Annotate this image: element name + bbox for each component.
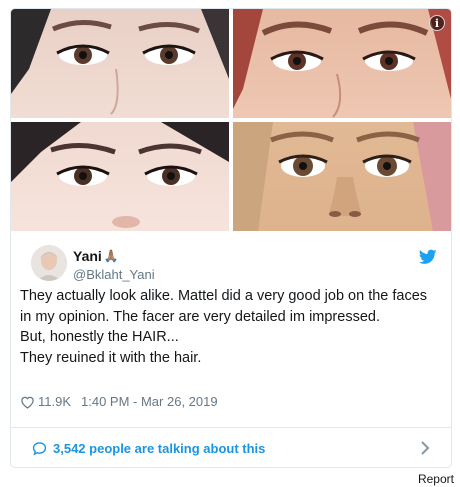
user-handle[interactable]: @Bklaht_Yani <box>73 267 155 282</box>
tweet-line: But, honestly the HAIR... <box>20 329 179 345</box>
prayer-hands-emoji: 🙏🏽 <box>103 249 119 263</box>
report-link[interactable]: Report <box>418 472 454 486</box>
tweet-timestamp[interactable]: 1:40 PM - Mar 26, 2019 <box>81 394 218 409</box>
face-photo-1[interactable] <box>11 9 229 118</box>
user-names: Yani 🙏🏽 @Bklaht_Yani <box>73 248 155 282</box>
heart-icon[interactable] <box>20 395 35 409</box>
info-icon[interactable]: i <box>429 15 445 31</box>
conversation-text[interactable]: 3,542 people are talking about this <box>53 441 265 456</box>
face-photo-4[interactable] <box>233 122 451 231</box>
display-name[interactable]: Yani 🙏🏽 <box>73 248 155 264</box>
media-grid[interactable]: i <box>11 9 451 231</box>
like-count[interactable]: 11.9K <box>38 394 71 409</box>
tweet-meta: 11.9K 1:40 PM - Mar 26, 2019 <box>20 394 218 409</box>
avatar[interactable] <box>31 245 67 281</box>
tweet-line: They reuined it with the hair. <box>20 349 202 366</box>
like-button[interactable]: 11.9K <box>20 394 71 409</box>
twitter-bird-icon[interactable] <box>419 249 437 265</box>
conversation-link[interactable]: 3,542 people are talking about this <box>10 428 452 468</box>
display-name-text[interactable]: Yani <box>73 248 102 264</box>
face-photo-2[interactable] <box>233 9 451 118</box>
speech-bubble-icon <box>32 441 47 455</box>
tweet-line: They actually look alike. Mattel did a v… <box>20 288 428 325</box>
chevron-right-icon[interactable] <box>420 440 430 456</box>
tweet-text: They actually look alike. Mattel did a v… <box>20 286 430 368</box>
tweet-header: Yani 🙏🏽 @Bklaht_Yani <box>11 231 451 293</box>
face-photo-3[interactable] <box>11 122 229 231</box>
